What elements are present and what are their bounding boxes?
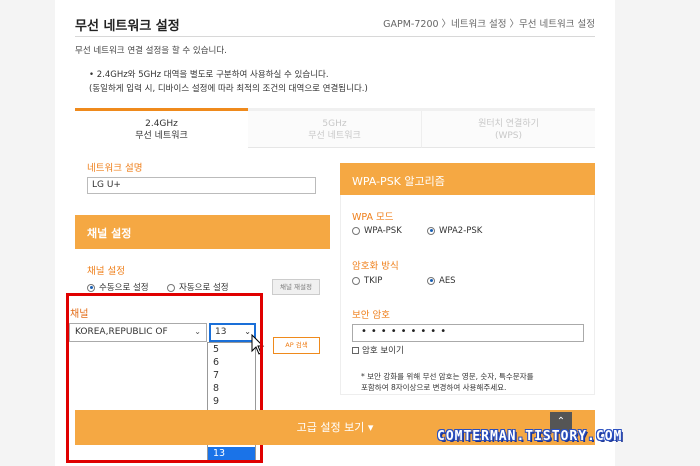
tkip-radio-option[interactable]: TKIP [352,276,382,286]
encryption-label: 암호화 방식 [352,261,399,272]
channel-settings-header: 채널 설정 [75,215,330,249]
tkip-label: TKIP [364,276,383,286]
tab-2-4ghz-sublabel: 무선 네트워크 [135,131,188,141]
note-line-1: • 2.4GHz와 5GHz 대역을 별도로 구분하여 사용하실 수 있습니다. [89,70,329,80]
radio-unchecked-icon[interactable] [352,276,360,285]
wpa2-psk-radio-option[interactable]: WPA2-PSK [427,226,482,236]
radio-unchecked-icon[interactable] [352,226,360,235]
show-password-option[interactable]: 암호 보이기 [352,344,404,356]
show-password-label: 암호 보이기 [362,346,404,356]
breadcrumb: GAPM-7200 〉네트워크 설정 〉무선 네트워크 설정 [383,19,595,30]
tab-5ghz-sublabel: 무선 네트워크 [308,131,361,141]
auto-radio-option[interactable]: 자동으로 설정 [167,281,229,293]
tab-5ghz[interactable]: 5GHz 무선 네트워크 [248,111,421,148]
wpa2-psk-label: WPA2-PSK [439,226,483,236]
ap-search-button[interactable]: AP 검색 [273,337,320,354]
channel-setting-label: 채널 설정 [87,266,125,277]
page-title: 무선 네트워크 설정 [75,19,180,34]
tab-wps-sublabel: (WPS) [494,131,523,141]
divider [75,36,595,37]
wpa-psk-radio-option[interactable]: WPA-PSK [352,226,402,236]
wpa-psk-header: WPA-PSK 알고리즘 [340,163,595,195]
tab-2-4ghz[interactable]: 2.4GHz 무선 네트워크 [75,108,248,148]
network-description-input[interactable]: LG U+ [87,177,316,194]
manual-label: 수동으로 설정 [99,283,149,293]
aes-label: AES [439,276,456,286]
password-note-line-1: * 보안 강화를 위해 무선 암호는 영문, 숫자, 특수문자를 [361,372,534,381]
band-tabs: 2.4GHz 무선 네트워크 5GHz 무선 네트워크 원터치 연결하기 (WP… [75,108,595,148]
radio-checked-icon[interactable] [427,276,435,285]
notes: • 2.4GHz와 5GHz 대역을 별도로 구분하여 사용하실 수 있습니다.… [89,68,368,96]
password-note: * 보안 강화를 위해 무선 암호는 영문, 숫자, 특수문자를 포함하여 8자… [361,371,591,393]
password-input[interactable]: ••••••••• [352,324,584,342]
password-note-line-2: 포함하여 8자이상으로 변경하여 사용해주세요. [361,383,507,392]
network-description-label: 네트워크 설명 [87,163,143,174]
aes-radio-option[interactable]: AES [427,276,456,286]
security-password-label: 보안 암호 [352,310,390,321]
settings-page: 무선 네트워크 설정 GAPM-7200 〉네트워크 설정 〉무선 네트워크 설… [55,0,615,466]
wpa-mode-label: WPA 모드 [352,212,394,223]
wpa-psk-label: WPA-PSK [364,226,402,236]
tab-5ghz-label: 5GHz [322,119,347,129]
auto-label: 자동으로 설정 [179,283,229,293]
wpa-panel [340,195,595,395]
intro-text: 무선 네트워크 연결 설정을 할 수 있습니다. [75,46,227,56]
watermark: COMTERMAN.TISTORY.COM [437,429,623,444]
manual-radio-option[interactable]: 수동으로 설정 [87,281,149,293]
tab-wps-label: 원터치 연결하기 [478,119,539,129]
radio-checked-icon[interactable] [427,226,435,235]
tab-wps[interactable]: 원터치 연결하기 (WPS) [421,111,595,148]
radio-checked-icon[interactable] [87,283,95,292]
checkbox-icon[interactable] [352,347,359,354]
channel-reset-button[interactable]: 채널 재설정 [272,279,320,295]
radio-unchecked-icon[interactable] [167,283,175,292]
tab-2-4ghz-label: 2.4GHz [145,119,178,129]
note-line-2: (동일하게 입력 시, 디바이스 설정에 따라 최적의 조건의 대역으로 연결됩… [89,84,368,94]
